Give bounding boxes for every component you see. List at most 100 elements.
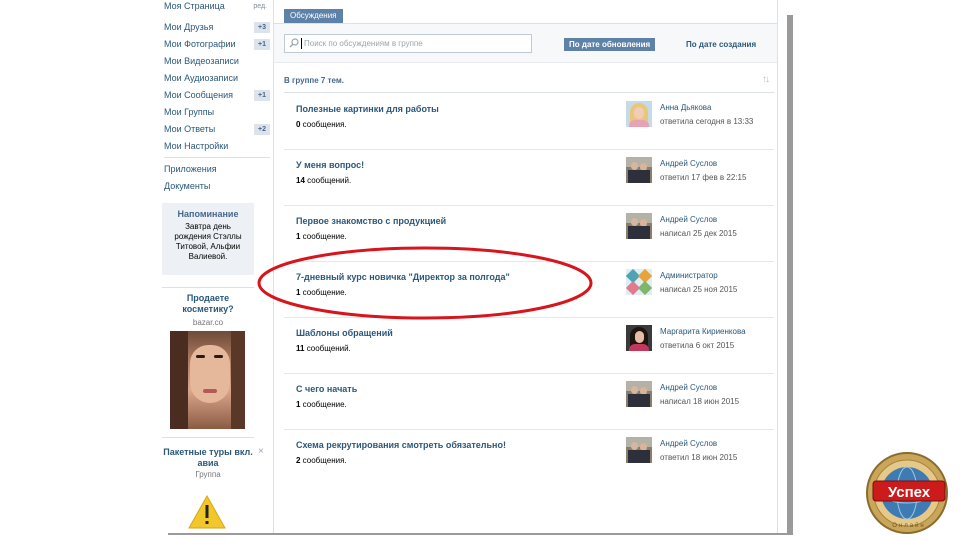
topic-author[interactable]: Андрей Суслов — [660, 159, 717, 168]
sort-order-icon[interactable]: ↑↓ — [762, 74, 770, 85]
ad-divider — [162, 287, 254, 288]
message-count-suffix: сообщения. — [300, 120, 347, 129]
topic-title[interactable]: С чего начать — [296, 384, 357, 394]
message-count-suffix: сообщение. — [300, 232, 347, 241]
edit-link[interactable]: ред. — [250, 1, 270, 12]
ad-domain: bazar.co — [192, 318, 224, 327]
avatar[interactable] — [626, 157, 652, 183]
topic-author[interactable]: Администратор — [660, 271, 718, 280]
ad-title[interactable]: Продаете косметику? — [162, 293, 254, 315]
topic-message-count: 11 сообщений. — [296, 344, 351, 353]
topic-title[interactable]: Первое знакомство с продукцией — [296, 216, 446, 226]
topic-author[interactable]: Андрей Суслов — [660, 439, 717, 448]
sidebar-item-documents[interactable]: Документы — [164, 178, 270, 194]
sidebar-item-label: Мои Друзья — [164, 22, 214, 32]
sidebar-item-apps[interactable]: Приложения — [164, 161, 270, 177]
tab-discussions[interactable]: Обсуждения — [284, 9, 343, 23]
topic-row[interactable]: Полезные картинки для работы 0 сообщения… — [284, 93, 774, 150]
ad-image-hair — [231, 331, 245, 429]
topic-count-label: В группе 7 тем. — [284, 76, 344, 85]
sidebar-item-label: Мои Фотографии — [164, 39, 236, 49]
reminder-title: Напоминание — [177, 209, 239, 219]
search-box[interactable]: Поиск по обсуждениям в группе — [284, 34, 532, 53]
topic-title[interactable]: Схема рекрутирования смотреть обязательн… — [296, 440, 506, 450]
sidebar-item-label: Мои Группы — [164, 107, 215, 117]
counter-badge: +1 — [254, 39, 270, 50]
avatar[interactable] — [626, 437, 652, 463]
uspeh-logo: Успех Онлайн — [866, 452, 948, 534]
message-count-number: 14 — [296, 176, 305, 185]
tab-bar: Обсуждения — [274, 0, 777, 24]
ad-image-hair — [170, 331, 188, 429]
highlight-ellipse — [257, 246, 593, 320]
close-icon[interactable]: × — [258, 446, 264, 457]
topic-last-reply[interactable]: написал 25 ноя 2015 — [660, 285, 737, 294]
sidebar-item-settings[interactable]: Мои Настройки — [164, 138, 270, 154]
counter-badge: +1 — [254, 90, 270, 101]
logo-subtext: Онлайн — [892, 522, 925, 529]
sort-by-updated-button[interactable]: По дате обновления — [564, 38, 656, 51]
sidebar-item-label: Документы — [164, 181, 211, 191]
avatar-bg — [626, 213, 652, 223]
reminder-text: Завтра день рождения Стэллы Титовой, Аль… — [174, 222, 242, 261]
topic-last-reply[interactable]: ответила 6 окт 2015 — [660, 341, 734, 350]
ad-title[interactable]: Пакетные туры вкл. авиа — [162, 447, 254, 469]
ad-subtitle: Группа — [195, 470, 221, 479]
topic-message-count: 1 сообщение. — [296, 232, 347, 241]
search-row: Поиск по обсуждениям в группе По дате об… — [274, 24, 777, 63]
sidebar-item-label: Мои Настройки — [164, 141, 229, 151]
sidebar-item-label: Мои Видеозаписи — [164, 56, 239, 66]
topic-author[interactable]: Анна Дьякова — [660, 103, 711, 112]
topic-last-reply[interactable]: написал 25 дек 2015 — [660, 229, 737, 238]
sidebar-item-groups[interactable]: Мои Группы — [164, 104, 270, 120]
search-icon — [289, 38, 299, 48]
avatar-body — [629, 120, 649, 127]
topic-last-reply[interactable]: ответил 17 фев в 22:15 — [660, 173, 746, 182]
avatar-face — [631, 442, 638, 450]
sidebar-item-answers[interactable]: Мои Ответы +2 — [164, 121, 270, 137]
topic-row[interactable]: У меня вопрос! 14 сообщений. Андрей Сусл… — [284, 149, 774, 206]
avatar-face — [631, 386, 638, 394]
counter-badge: +3 — [254, 22, 270, 33]
sort-by-created-link[interactable]: По дате создания — [686, 38, 756, 51]
topic-last-reply[interactable]: ответила сегодня в 13:33 — [660, 117, 753, 126]
topic-title[interactable]: У меня вопрос! — [296, 160, 364, 170]
avatar[interactable] — [626, 269, 652, 295]
topic-last-reply[interactable]: ответил 18 июн 2015 — [660, 453, 737, 462]
sidebar-item-messages[interactable]: Мои Сообщения +1 — [164, 87, 270, 103]
topic-author[interactable]: Андрей Суслов — [660, 383, 717, 392]
topic-row[interactable]: Схема рекрутирования смотреть обязательн… — [284, 429, 774, 485]
avatar-face — [635, 331, 644, 343]
topic-title[interactable]: Шаблоны обращений — [296, 328, 393, 338]
birthday-reminder[interactable]: Напоминание Завтра день рождения Стэллы … — [162, 203, 254, 275]
sidebar-item-label: Приложения — [164, 164, 217, 174]
sidebar-item-label: Мои Сообщения — [164, 90, 233, 100]
topic-message-count: 1 сообщение. — [296, 400, 347, 409]
avatar[interactable] — [626, 325, 652, 351]
sidebar-item-friends[interactable]: Мои Друзья +3 — [164, 19, 270, 35]
topic-title[interactable]: Полезные картинки для работы — [296, 104, 439, 114]
avatar[interactable] — [626, 381, 652, 407]
topic-row[interactable]: Шаблоны обращений 11 сообщений. Маргарит… — [284, 317, 774, 374]
topic-author[interactable]: Андрей Суслов — [660, 215, 717, 224]
warning-icon — [188, 495, 226, 529]
avatar-face — [631, 162, 638, 170]
topic-author[interactable]: Маргарита Кириенкова — [660, 327, 746, 336]
topic-message-count: 0 сообщения. — [296, 120, 347, 129]
text-caret — [301, 38, 302, 49]
avatar-body — [628, 450, 650, 463]
avatar[interactable] — [626, 101, 652, 127]
sidebar-item-audio[interactable]: Мои Аудиозаписи — [164, 70, 270, 86]
topic-last-reply[interactable]: написал 18 июн 2015 — [660, 397, 739, 406]
sidebar-item-videos[interactable]: Мои Видеозаписи — [164, 53, 270, 69]
avatar-body — [628, 226, 650, 239]
search-input[interactable]: Поиск по обсуждениям в группе — [304, 35, 526, 52]
menu-divider — [164, 157, 270, 158]
ad-image[interactable] — [170, 331, 245, 429]
sidebar-item-my-page[interactable]: Моя Страница ред. — [164, 0, 270, 14]
avatar-body — [628, 394, 650, 407]
message-count-suffix: сообщение. — [300, 400, 347, 409]
avatar[interactable] — [626, 213, 652, 239]
sidebar-item-photos[interactable]: Мои Фотографии +1 — [164, 36, 270, 52]
topic-row[interactable]: С чего начать 1 сообщение. Андрей Суслов… — [284, 373, 774, 430]
